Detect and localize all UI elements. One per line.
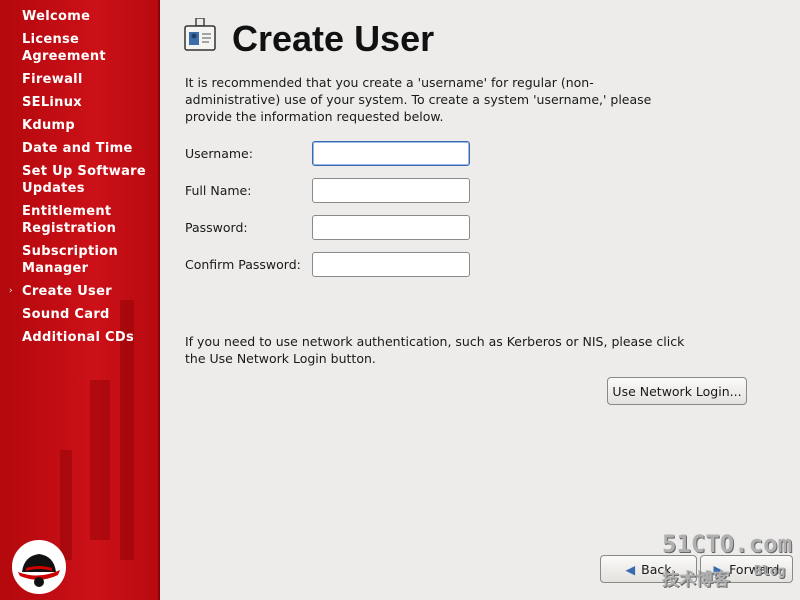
- sidebar-item-subscription: Subscription Manager: [22, 244, 118, 276]
- watermark-domain: 51CTO.com: [662, 530, 793, 558]
- id-badge-icon: [184, 18, 216, 51]
- sidebar-item-create-user: Create User: [22, 284, 112, 299]
- sidebar-item-software-updates: Set Up Software Updates: [22, 164, 146, 196]
- password-label: Password:: [185, 220, 248, 235]
- arrow-left-icon: ◀: [625, 561, 636, 577]
- confirm-password-input[interactable]: [312, 252, 470, 277]
- username-label: Username:: [185, 146, 253, 161]
- full-name-label: Full Name:: [185, 183, 252, 198]
- username-input[interactable]: [312, 141, 470, 166]
- sidebar-item-entitlement: Entitlement Registration: [22, 204, 117, 236]
- redhat-logo: [12, 540, 66, 594]
- current-step-icon: ›: [9, 286, 13, 296]
- intro-text: It is recommended that you create a 'use…: [185, 75, 652, 124]
- use-network-login-button[interactable]: Use Network Login...: [607, 377, 747, 405]
- sidebar-item-license: License Agreement: [22, 32, 106, 64]
- main-panel: Create User It is recommended that you c…: [162, 0, 800, 600]
- network-login-text: If you need to use network authenticatio…: [185, 334, 685, 366]
- sidebar: Welcome License Agreement Firewall SELin…: [0, 0, 160, 600]
- sidebar-item-kdump: Kdump: [22, 118, 75, 133]
- page-title: Create User: [232, 18, 435, 59]
- full-name-input[interactable]: [312, 178, 470, 203]
- sidebar-item-sound-card: Sound Card: [22, 307, 110, 322]
- watermark-blog: Blog: [754, 564, 786, 579]
- sidebar-item-firewall: Firewall: [22, 72, 83, 87]
- sidebar-item-welcome: Welcome: [22, 9, 91, 24]
- sidebar-item-selinux: SELinux: [22, 95, 82, 110]
- password-input[interactable]: [312, 215, 470, 240]
- sidebar-item-additional-cds: Additional CDs: [22, 330, 135, 345]
- confirm-password-label: Confirm Password:: [185, 257, 301, 272]
- use-network-login-label: Use Network Login...: [612, 383, 742, 399]
- watermark-chinese: 技术博客: [662, 570, 730, 590]
- sidebar-item-date-time: Date and Time: [22, 141, 133, 156]
